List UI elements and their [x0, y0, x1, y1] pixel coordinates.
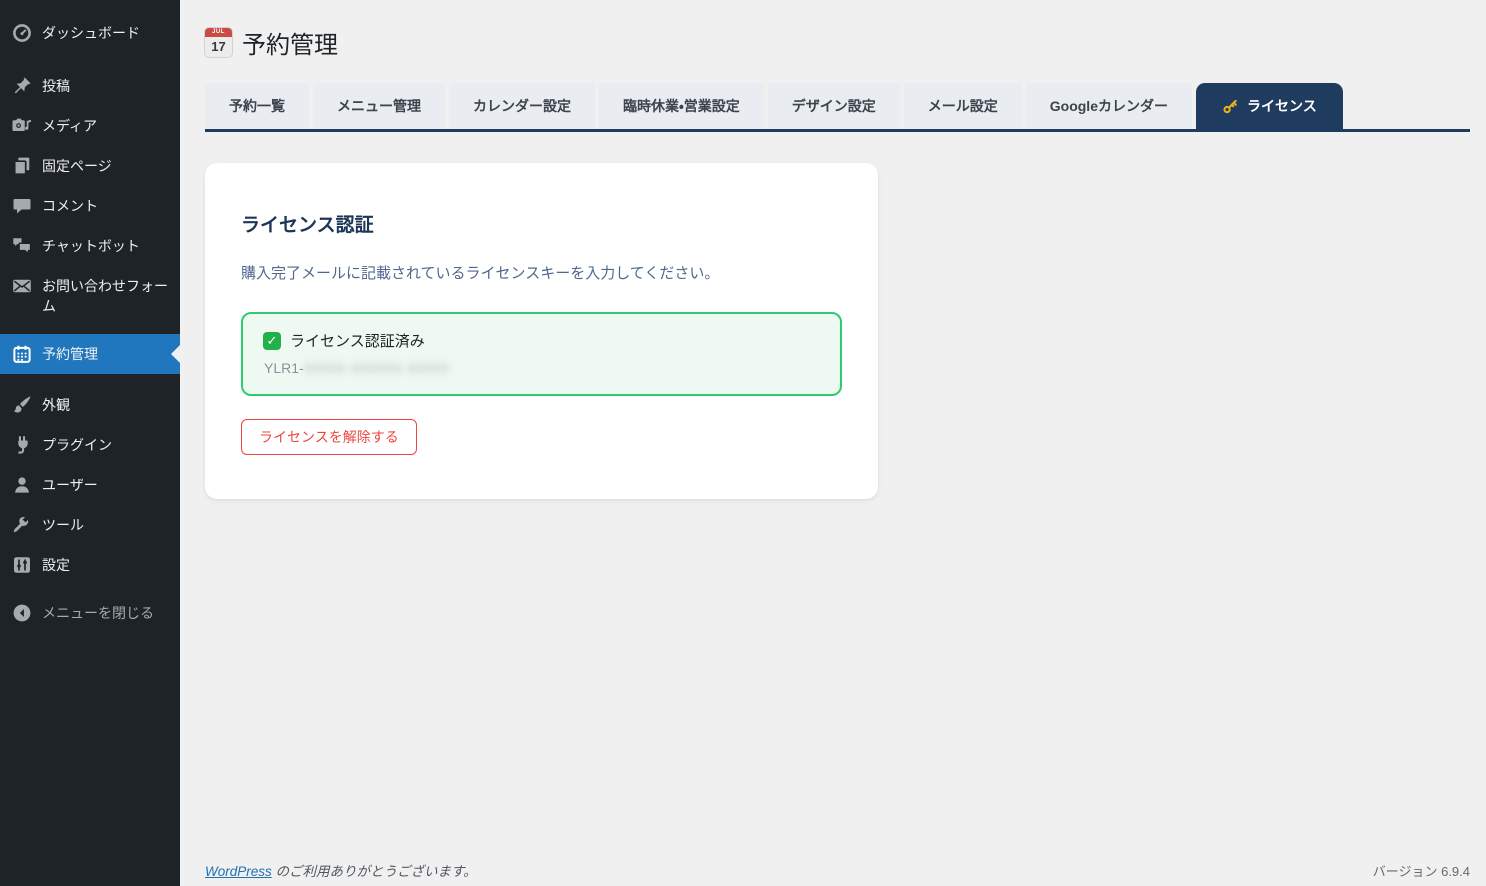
mail-icon: [12, 276, 32, 296]
sidebar-item-reservation-management[interactable]: 予約管理: [0, 334, 180, 374]
license-status-label: ライセンス認証済み: [290, 330, 425, 351]
sidebar-item-label: ダッシュボード: [42, 23, 170, 43]
sidebar-item-users[interactable]: ユーザー: [0, 465, 180, 505]
tab-mail-settings[interactable]: メール設定: [904, 83, 1022, 129]
page-title: 予約管理: [242, 25, 338, 60]
comment-icon: [12, 196, 32, 216]
main-content: JUL 17 予約管理 予約一覧 メニュー管理 カレンダー設定 臨時休業・営業設…: [180, 0, 1486, 886]
sidebar-item-posts[interactable]: 投稿: [0, 66, 180, 106]
tab-reservation-list[interactable]: 予約一覧: [205, 83, 309, 129]
check-icon: ✓: [263, 332, 281, 350]
license-card: ライセンス認証 購入完了メールに記載されているライセンスキーを入力してください。…: [205, 163, 878, 499]
appearance-icon: [12, 395, 32, 415]
dashboard-icon: [12, 23, 32, 43]
admin-menu: ダッシュボード 投稿 メディア 固定ページ コメント: [0, 0, 180, 633]
calendar-icon: [12, 344, 32, 364]
sidebar-item-settings[interactable]: 設定: [0, 545, 180, 585]
tab-google-calendar[interactable]: Googleカレンダー: [1026, 83, 1192, 129]
sidebar-item-label: ツール: [42, 515, 170, 535]
calendar-emoji-month: JUL: [205, 28, 232, 37]
media-icon: [12, 116, 32, 136]
tab-bar: 予約一覧 メニュー管理 カレンダー設定 臨時休業・営業設定 デザイン設定 メール…: [205, 83, 1470, 132]
sidebar-item-label: 予約管理: [42, 344, 170, 364]
tab-holiday-business-settings[interactable]: 臨時休業・営業設定: [599, 83, 764, 129]
footer-thanks: WordPress のご利用ありがとうございます。: [205, 860, 477, 880]
sidebar-item-plugins[interactable]: プラグイン: [0, 425, 180, 465]
collapse-icon: [12, 603, 32, 623]
license-heading: ライセンス認証: [241, 210, 842, 237]
footer: WordPress のご利用ありがとうございます。 バージョン 6.9.4: [205, 860, 1470, 880]
sidebar-item-media[interactable]: メディア: [0, 106, 180, 146]
sidebar-item-label: プラグイン: [42, 435, 170, 455]
sidebar-item-label: ユーザー: [42, 475, 170, 495]
admin-sidebar: ダッシュボード 投稿 メディア 固定ページ コメント: [0, 0, 180, 886]
footer-version: バージョン 6.9.4: [1373, 861, 1470, 880]
users-icon: [12, 475, 32, 495]
sidebar-item-comments[interactable]: コメント: [0, 186, 180, 226]
tab-license-label: ライセンス: [1247, 96, 1317, 116]
license-key: YLR1- XXXX-XXXXX-XXXX: [264, 360, 820, 376]
sidebar-item-dashboard[interactable]: ダッシュボード: [0, 13, 180, 53]
sidebar-item-label: チャットボット: [42, 236, 170, 256]
license-key-prefix: YLR1-: [264, 360, 304, 376]
sidebar-item-chatbot[interactable]: チャットボット: [0, 226, 180, 266]
tab-license[interactable]: ライセンス: [1196, 83, 1343, 129]
chatbot-icon: [12, 236, 32, 256]
page-title-row: JUL 17 予約管理: [205, 24, 1470, 60]
sidebar-item-pages[interactable]: 固定ページ: [0, 146, 180, 186]
pin-icon: [12, 76, 32, 96]
sidebar-item-appearance[interactable]: 外観: [0, 385, 180, 425]
tab-calendar-settings[interactable]: カレンダー設定: [449, 83, 595, 129]
key-icon: [1222, 98, 1239, 115]
settings-icon: [12, 555, 32, 575]
sidebar-item-tools[interactable]: ツール: [0, 505, 180, 545]
sidebar-item-label: メニューを閉じる: [42, 603, 170, 623]
sidebar-item-label: 投稿: [42, 76, 170, 96]
license-status-box: ✓ ライセンス認証済み YLR1- XXXX-XXXXX-XXXX: [241, 312, 842, 396]
sidebar-item-label: 設定: [42, 555, 170, 575]
license-description: 購入完了メールに記載されているライセンスキーを入力してください。: [241, 262, 842, 283]
license-status-line: ✓ ライセンス認証済み: [263, 330, 820, 351]
footer-thanks-text: のご利用ありがとうございます。: [272, 864, 477, 879]
wordpress-link[interactable]: WordPress: [205, 864, 272, 879]
sidebar-item-label: メディア: [42, 116, 170, 136]
sidebar-item-label: 固定ページ: [42, 156, 170, 176]
deactivate-license-button[interactable]: ライセンスを解除する: [241, 419, 417, 455]
sidebar-item-label: コメント: [42, 196, 170, 216]
pages-icon: [12, 156, 32, 176]
license-key-redacted: XXXX-XXXXX-XXXX: [304, 360, 450, 376]
plugin-icon: [12, 435, 32, 455]
sidebar-item-contact-form[interactable]: お問い合わせフォーム: [0, 266, 180, 326]
tab-design-settings[interactable]: デザイン設定: [768, 83, 900, 129]
sidebar-item-label: お問い合わせフォーム: [42, 276, 170, 316]
tools-icon: [12, 515, 32, 535]
calendar-emoji-day: 17: [205, 37, 232, 57]
sidebar-item-collapse-menu[interactable]: メニューを閉じる: [0, 593, 180, 633]
calendar-emoji-icon: JUL 17: [205, 28, 232, 57]
tab-menu-management[interactable]: メニュー管理: [313, 83, 445, 129]
sidebar-item-label: 外観: [42, 395, 170, 415]
